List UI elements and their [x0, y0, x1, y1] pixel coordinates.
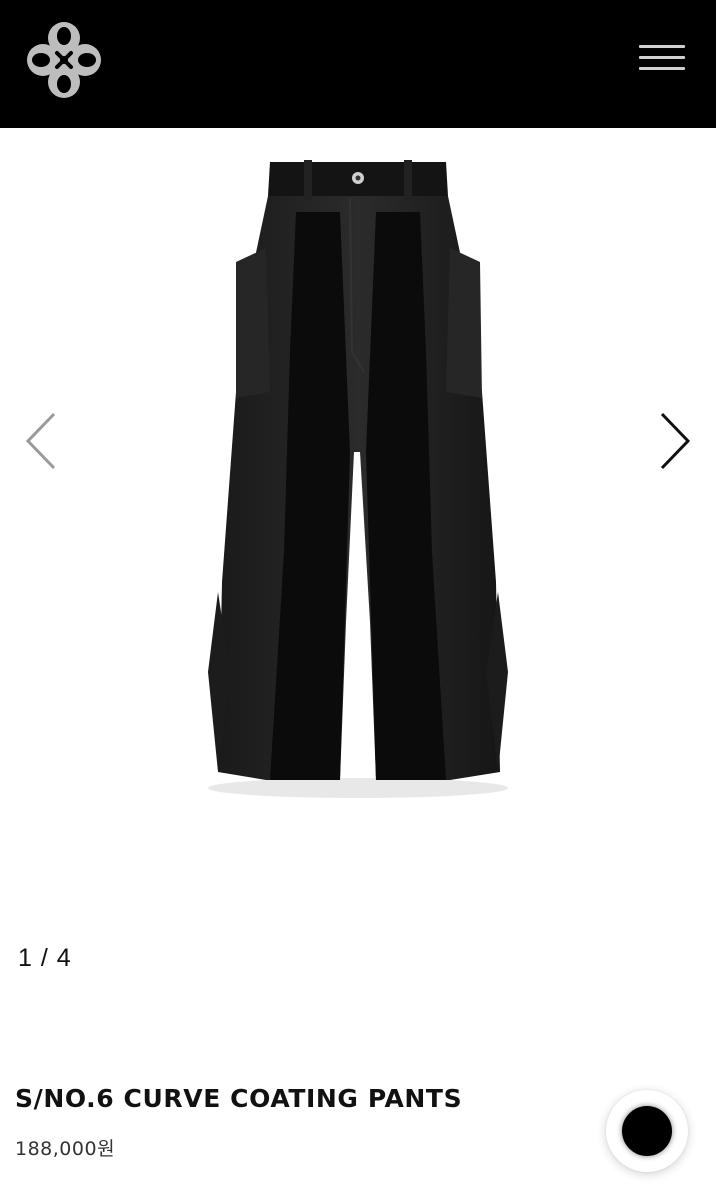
black-circle-icon — [622, 1106, 672, 1156]
menu-line — [639, 56, 685, 59]
hamburger-menu-icon[interactable] — [636, 42, 688, 74]
product-page: 1 / 4 S/NO.6 CURVE COATING PANTS 188,000… — [0, 0, 716, 1200]
product-name: S/NO.6 CURVE COATING PANTS — [15, 1084, 463, 1113]
product-image — [200, 152, 516, 822]
brand-logo-icon[interactable] — [26, 18, 102, 102]
floating-action-button[interactable] — [606, 1090, 688, 1172]
menu-line — [639, 45, 685, 48]
menu-line — [639, 67, 685, 70]
chevron-left-icon[interactable] — [20, 408, 68, 474]
product-price: 188,000원 — [15, 1138, 116, 1160]
site-header — [0, 0, 716, 128]
chevron-right-icon[interactable] — [650, 408, 698, 474]
image-counter: 1 / 4 — [18, 944, 72, 972]
product-image-carousel[interactable]: 1 / 4 — [0, 128, 716, 1008]
